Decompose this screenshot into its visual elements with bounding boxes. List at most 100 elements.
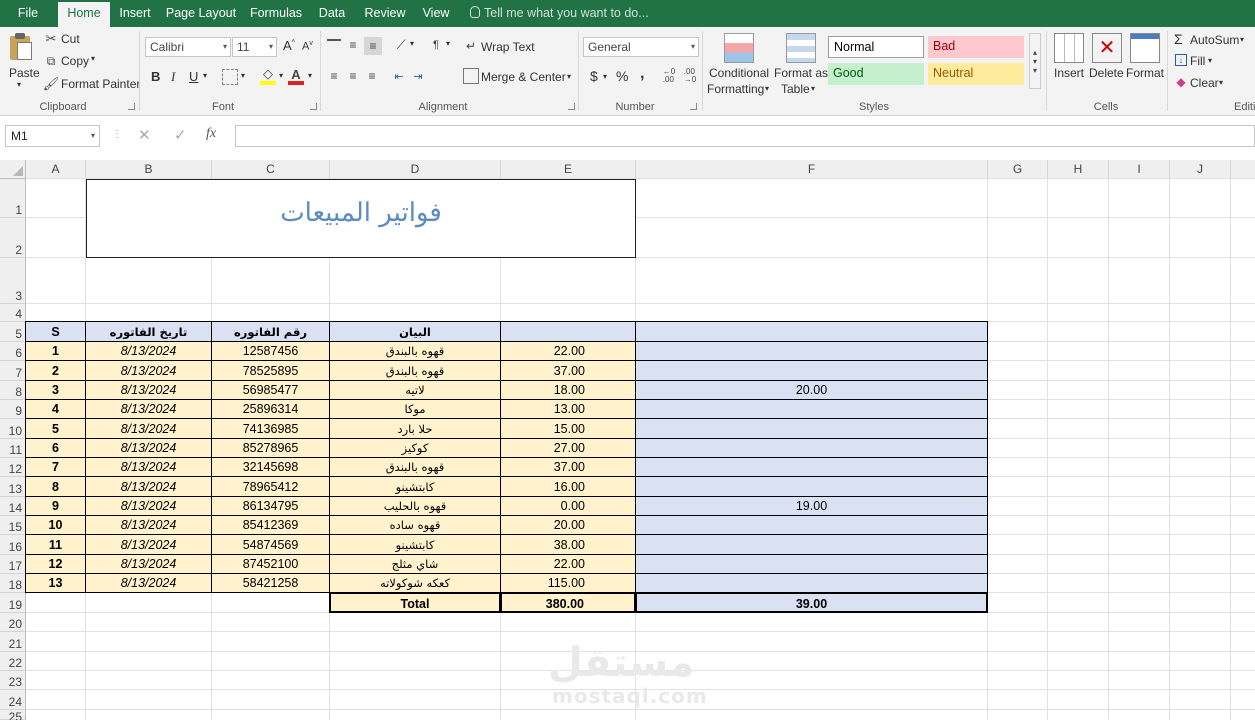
cell-date[interactable]: 8/13/2024: [85, 496, 212, 516]
align-right-icon[interactable]: ≡: [365, 69, 379, 83]
underline-button[interactable]: U: [189, 69, 198, 84]
align-bottom-icon[interactable]: ≡: [364, 37, 382, 55]
cell-date[interactable]: 8/13/2024: [85, 380, 212, 400]
row-header-20[interactable]: 20: [0, 613, 26, 632]
insert-button[interactable]: Insert: [1054, 66, 1084, 80]
cell-description[interactable]: لاتيه: [329, 380, 501, 400]
row-header-4[interactable]: 4: [0, 304, 26, 322]
style-neutral[interactable]: Neutral: [928, 63, 1024, 85]
paste-button[interactable]: Paste: [9, 66, 40, 80]
fill-dropdown-icon[interactable]: ▾: [1208, 56, 1212, 65]
table-header-f[interactable]: [635, 321, 988, 342]
row-header-7[interactable]: 7: [0, 361, 26, 381]
orientation-icon[interactable]: ⟋: [392, 37, 410, 53]
cell-amount[interactable]: 38.00: [500, 534, 636, 555]
total-label[interactable]: Total: [329, 592, 501, 613]
table-header-s[interactable]: S: [25, 321, 86, 342]
conditional-formatting-line1[interactable]: Conditional: [709, 66, 769, 80]
row-header-25[interactable]: 25: [0, 710, 26, 720]
number-format-select[interactable]: General ▾: [583, 37, 699, 57]
cell-date[interactable]: 8/13/2024: [85, 534, 212, 555]
cell-amount[interactable]: 115.00: [500, 573, 636, 593]
cell-invoice-number[interactable]: 54874569: [211, 534, 330, 555]
cell-date[interactable]: 8/13/2024: [85, 341, 212, 361]
clear-button[interactable]: Clear: [1190, 76, 1219, 90]
decrease-indent-icon[interactable]: ⇤: [391, 69, 407, 83]
row-header-15[interactable]: 15: [0, 516, 26, 535]
row-header-16[interactable]: 16: [0, 535, 26, 555]
cell-amount[interactable]: 0.00: [500, 496, 636, 516]
font-size-select[interactable]: 11 ▾: [232, 37, 277, 57]
tab-formulas[interactable]: Formulas: [245, 0, 307, 27]
cell-amount[interactable]: 37.00: [500, 457, 636, 477]
alignment-launcher-icon[interactable]: [568, 103, 575, 110]
cell-description[interactable]: موكا: [329, 399, 501, 419]
align-top-icon[interactable]: [327, 39, 341, 51]
cell-serial[interactable]: 12: [25, 554, 86, 574]
cell-extra[interactable]: [635, 418, 988, 439]
tab-view[interactable]: View: [416, 0, 456, 27]
cell-serial[interactable]: 4: [25, 399, 86, 419]
italic-button[interactable]: I: [171, 69, 175, 85]
cell-serial[interactable]: 9: [25, 496, 86, 516]
cell-description[interactable]: كابتشينو: [329, 476, 501, 497]
cell-date[interactable]: 8/13/2024: [85, 515, 212, 535]
copy-button[interactable]: Copy: [61, 54, 89, 68]
cell-extra[interactable]: [635, 573, 988, 593]
cell-extra[interactable]: 19.00: [635, 496, 988, 516]
total-amount[interactable]: 380.00: [500, 592, 636, 613]
increase-font-icon[interactable]: A^: [283, 38, 295, 53]
format-as-table-line2[interactable]: Table: [781, 82, 810, 96]
insert-function-icon[interactable]: fx: [206, 126, 216, 142]
currency-dropdown-icon[interactable]: ▾: [603, 72, 607, 81]
fill-color-dropdown-icon[interactable]: ▾: [279, 71, 283, 80]
increase-decimal-icon[interactable]: ←0.00: [660, 68, 678, 84]
cell-amount[interactable]: 27.00: [500, 438, 636, 458]
number-launcher-icon[interactable]: [690, 103, 697, 110]
row-header-21[interactable]: 21: [0, 632, 26, 652]
cell-amount[interactable]: 18.00: [500, 380, 636, 400]
cell-serial[interactable]: 2: [25, 360, 86, 381]
cell-description[interactable]: قهوه بالبندق: [329, 341, 501, 361]
cell-extra[interactable]: [635, 534, 988, 555]
underline-dropdown-icon[interactable]: ▾: [203, 71, 207, 80]
table-header-number[interactable]: رقم الفاتوره: [211, 321, 330, 342]
orientation-dropdown-icon[interactable]: ▾: [410, 39, 414, 48]
enter-icon[interactable]: ✓: [174, 126, 187, 144]
col-header-d[interactable]: D: [330, 160, 501, 179]
cell-extra[interactable]: [635, 457, 988, 477]
format-as-table-dropdown-icon[interactable]: ▾: [811, 84, 815, 93]
cell-description[interactable]: قهوه بالبندق: [329, 457, 501, 477]
conditional-formatting-dropdown-icon[interactable]: ▾: [765, 84, 769, 93]
cell-extra[interactable]: [635, 399, 988, 419]
row-header-6[interactable]: 6: [0, 342, 26, 361]
row-header-5[interactable]: 5: [0, 322, 26, 342]
cell-invoice-number[interactable]: 87452100: [211, 554, 330, 574]
delete-button[interactable]: Delete: [1089, 66, 1124, 80]
cell-invoice-number[interactable]: 78525895: [211, 360, 330, 381]
merge-center-button[interactable]: Merge & Center: [481, 70, 566, 84]
borders-icon[interactable]: [222, 69, 238, 85]
decrease-font-icon[interactable]: Av: [302, 40, 313, 53]
paste-dropdown-icon[interactable]: ▾: [17, 80, 21, 89]
cancel-icon[interactable]: ✕: [138, 126, 151, 144]
cell-serial[interactable]: 13: [25, 573, 86, 593]
cell-description[interactable]: كوكيز: [329, 438, 501, 458]
cell-date[interactable]: 8/13/2024: [85, 418, 212, 439]
fill-button[interactable]: Fill: [1190, 54, 1205, 68]
tab-home[interactable]: Home: [58, 2, 110, 27]
tab-page-layout[interactable]: Page Layout: [162, 0, 240, 27]
cell-serial[interactable]: 8: [25, 476, 86, 497]
cell-amount[interactable]: 16.00: [500, 476, 636, 497]
row-header-23[interactable]: 23: [0, 671, 26, 690]
table-header-desc[interactable]: البيان: [329, 321, 501, 342]
row-header-9[interactable]: 9: [0, 400, 26, 419]
cell-serial[interactable]: 7: [25, 457, 86, 477]
row-header-2[interactable]: 2: [0, 218, 26, 258]
clear-dropdown-icon[interactable]: ▾: [1219, 78, 1223, 87]
col-header-h[interactable]: H: [1048, 160, 1109, 179]
cell-invoice-number[interactable]: 32145698: [211, 457, 330, 477]
font-color-dropdown-icon[interactable]: ▾: [308, 71, 312, 80]
cell-amount[interactable]: 20.00: [500, 515, 636, 535]
total-extra[interactable]: 39.00: [635, 592, 988, 613]
